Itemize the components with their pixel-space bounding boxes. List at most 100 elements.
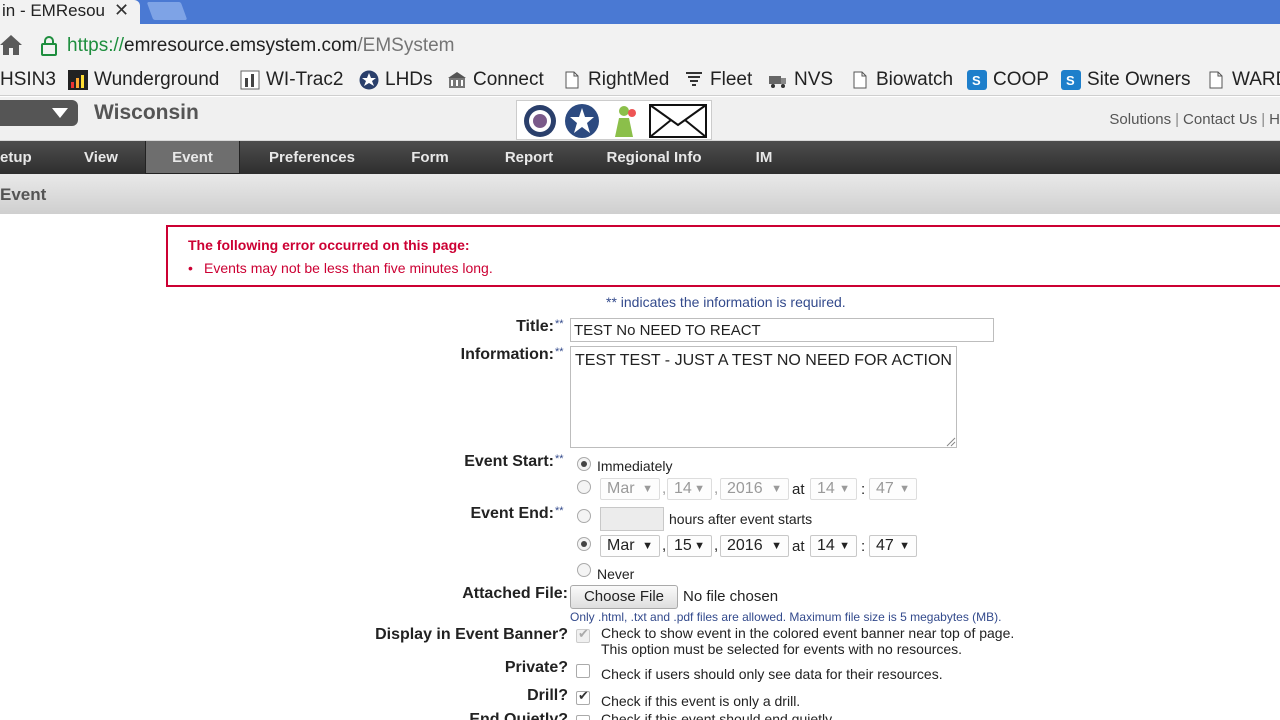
- sharepoint-icon: S: [967, 70, 987, 90]
- title-label: Title:: [516, 318, 554, 335]
- lock-icon[interactable]: [40, 36, 58, 56]
- browser-tab[interactable]: in - EMResou ✕: [0, 0, 140, 24]
- end-hour-select[interactable]: 14 ▼: [810, 535, 857, 557]
- bookmark-label: Fleet: [710, 69, 753, 90]
- bookmark-lhds[interactable]: LHDs: [359, 69, 433, 91]
- comma: ,: [714, 537, 719, 554]
- bookmark-ward[interactable]: WARD: [1206, 69, 1280, 91]
- start-day-select[interactable]: 14 ▼: [667, 478, 712, 500]
- end-day-select[interactable]: 15 ▼: [667, 535, 712, 557]
- chevron-down-icon: [52, 108, 68, 118]
- select-value: 47: [876, 480, 894, 497]
- hours-after-label: hours after event starts: [669, 511, 813, 527]
- bookmark-coop[interactable]: S COOP: [967, 69, 1049, 91]
- event-banner-checkbox[interactable]: [576, 626, 590, 643]
- select-value: Mar: [607, 537, 635, 554]
- new-tab-button[interactable]: [146, 2, 188, 20]
- event-banner-desc: Check to show event in the colored event…: [601, 625, 1015, 641]
- start-month-select[interactable]: Mar ▼: [600, 478, 660, 500]
- bookmark-label: COOP: [993, 69, 1049, 90]
- start-immediately-radio[interactable]: [577, 457, 591, 471]
- bookmark-label: RightMed: [588, 69, 670, 90]
- bookmark-site-owners[interactable]: S Site Owners: [1061, 69, 1190, 91]
- event-end-label: Event End:: [470, 505, 554, 522]
- bookmark-fleet[interactable]: Fleet: [684, 69, 752, 91]
- quick-icons: [516, 100, 712, 140]
- chevron-down-icon: ▼: [694, 540, 705, 552]
- required-mark: **: [555, 318, 564, 330]
- address-bar[interactable]: https://emresource.emsystem.com/EMSystem: [67, 35, 455, 57]
- end-month-select[interactable]: Mar ▼: [600, 535, 660, 557]
- browser-tab-strip: in - EMResou ✕: [0, 0, 1280, 24]
- at-label: at: [792, 481, 805, 498]
- select-value: 2016: [727, 480, 763, 497]
- chevron-down-icon: ▼: [694, 483, 705, 495]
- start-minute-select[interactable]: 47 ▼: [869, 478, 917, 500]
- page-icon: [1209, 71, 1223, 89]
- bookmark-wi-trac2[interactable]: WI-Trac2: [240, 69, 343, 91]
- bookmark-nvs[interactable]: NVS: [768, 69, 833, 91]
- bookmark-wunderground[interactable]: Wunderground: [68, 69, 219, 91]
- page-icon: [853, 71, 867, 89]
- end-quietly-checkbox[interactable]: [576, 715, 590, 720]
- error-title: The following error occurred on this pag…: [188, 237, 470, 253]
- svg-text:S: S: [972, 73, 981, 88]
- error-message-box: The following error occurred on this pag…: [166, 225, 1280, 287]
- nav-view[interactable]: View: [72, 141, 130, 174]
- select-value: 14: [817, 537, 835, 554]
- bookmark-rightmed[interactable]: RightMed: [562, 69, 669, 91]
- event-banner-desc-2: This option must be selected for events …: [601, 641, 963, 657]
- resize-grip-icon[interactable]: [946, 437, 956, 447]
- no-file-chosen: No file chosen: [683, 588, 779, 605]
- nav-im[interactable]: IM: [745, 141, 783, 174]
- nav-setup[interactable]: etup: [0, 141, 40, 174]
- bookmark-label: Connect: [473, 69, 544, 90]
- svg-text:S: S: [1066, 73, 1075, 88]
- select-value: 2016: [727, 537, 763, 554]
- error-item: Events may not be less than five minutes…: [188, 260, 493, 276]
- start-date-radio[interactable]: [577, 480, 591, 494]
- required-mark: **: [555, 453, 564, 465]
- required-mark: **: [555, 505, 564, 517]
- page-root: in - EMResou ✕ https://emresource.emsyst…: [0, 0, 1280, 720]
- private-checkbox[interactable]: [576, 664, 590, 678]
- drill-label: Drill?: [527, 687, 568, 704]
- nav-event[interactable]: Event: [145, 141, 240, 174]
- end-hours-radio[interactable]: [577, 509, 591, 523]
- url-scheme: https://: [67, 35, 125, 56]
- home-icon[interactable]: [0, 32, 24, 58]
- chevron-down-icon: ▼: [771, 540, 782, 552]
- star-of-life-icon[interactable]: [563, 103, 601, 139]
- health-figure-icon[interactable]: [605, 103, 643, 139]
- star-of-life-icon: [359, 70, 379, 90]
- contact-us-link[interactable]: Contact Us: [1183, 111, 1257, 128]
- seal-icon[interactable]: [521, 103, 559, 139]
- nav-form[interactable]: Form: [400, 141, 460, 174]
- truck-icon: [769, 76, 786, 88]
- hours-input[interactable]: [600, 507, 664, 531]
- end-never-radio[interactable]: [577, 563, 591, 577]
- end-date-radio[interactable]: [577, 537, 591, 551]
- choose-file-button[interactable]: Choose File: [570, 585, 678, 609]
- start-year-select[interactable]: 2016 ▼: [720, 478, 789, 500]
- region-dropdown[interactable]: [0, 100, 78, 126]
- tab-close-icon[interactable]: ✕: [114, 0, 129, 21]
- bookmark-connect[interactable]: Connect: [447, 69, 544, 91]
- nav-report[interactable]: Report: [495, 141, 563, 174]
- bookmark-hsin3[interactable]: HSIN3: [0, 69, 56, 91]
- drill-checkbox[interactable]: [576, 688, 590, 705]
- start-hour-select[interactable]: 14 ▼: [810, 478, 857, 500]
- nav-regional-info[interactable]: Regional Info: [598, 141, 710, 174]
- mail-icon[interactable]: [649, 103, 707, 139]
- solutions-link[interactable]: Solutions: [1109, 111, 1171, 128]
- information-textarea[interactable]: TEST TEST - JUST A TEST NO NEED FOR ACTI…: [570, 346, 957, 448]
- help-link[interactable]: H: [1269, 111, 1280, 128]
- title-input[interactable]: [570, 318, 994, 342]
- end-minute-select[interactable]: 47 ▼: [869, 535, 917, 557]
- select-value: 14: [817, 480, 835, 497]
- end-year-select[interactable]: 2016 ▼: [720, 535, 789, 557]
- bookmark-label: WARD: [1232, 69, 1280, 90]
- bookmark-biowatch[interactable]: Biowatch: [850, 69, 953, 91]
- nav-preferences[interactable]: Preferences: [258, 141, 366, 174]
- bookmark-label: Biowatch: [876, 69, 954, 90]
